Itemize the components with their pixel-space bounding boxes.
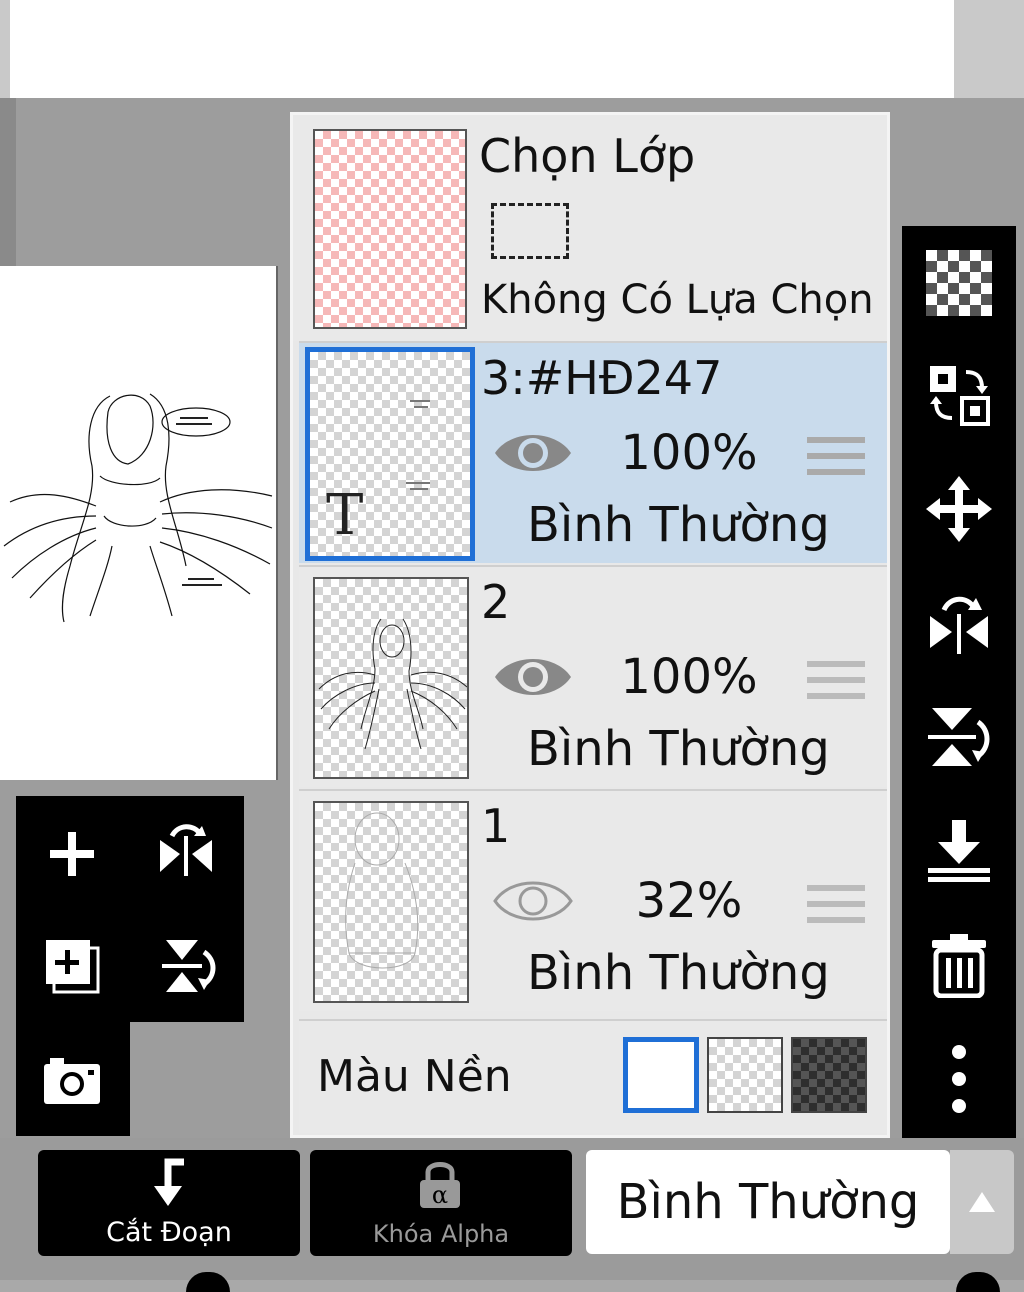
svg-text:α: α (432, 1181, 448, 1209)
lock-icon: α (420, 1162, 460, 1209)
eye-icon[interactable] (491, 873, 575, 929)
selection-marquee-icon (491, 203, 569, 259)
flip-horizontal-icon[interactable] (146, 814, 226, 894)
eye-icon[interactable] (491, 425, 575, 481)
bg-swatch-transparent[interactable] (707, 1037, 783, 1113)
background-color-label: Màu Nền (317, 1051, 512, 1102)
canvas-edge (0, 98, 16, 268)
add-layer-icon[interactable] (32, 814, 112, 894)
canvas-edge (0, 0, 10, 98)
flip-vertical-icon[interactable] (146, 926, 226, 1006)
layer-name: 1 (481, 799, 511, 853)
duplicate-layer-icon[interactable] (32, 926, 112, 1006)
layer-row-1[interactable]: 1 32% Bình Thường (299, 789, 887, 1011)
camera-icon[interactable] (32, 1040, 112, 1120)
drag-handle-icon[interactable] (807, 659, 865, 703)
swap-layers-icon[interactable] (920, 356, 998, 434)
bg-swatch-dark[interactable] (791, 1037, 867, 1113)
merge-down-icon[interactable] (920, 812, 998, 890)
drag-handle-icon[interactable] (807, 883, 865, 927)
left-toolbox-lower (16, 1022, 130, 1136)
layer-opacity: 100% (620, 425, 758, 481)
selection-layer-row[interactable]: Chọn Lớp Không Có Lựa Chọn (293, 115, 887, 341)
layer-blend-mode: Bình Thường (527, 497, 830, 553)
text-layer-icon: T (326, 483, 364, 548)
blend-mode-select[interactable]: Bình Thường (586, 1150, 950, 1254)
move-icon[interactable] (920, 470, 998, 548)
more-options-icon[interactable] (920, 1040, 998, 1118)
left-toolbox (16, 796, 244, 1022)
alpha-lock-label: Khóa Alpha (372, 1220, 510, 1248)
layer-thumbnail (313, 577, 469, 779)
layers-panel: Chọn Lớp Không Có Lựa Chọn T 3:#HĐ247 10… (290, 112, 890, 1138)
layer-thumbnail: T (305, 347, 475, 561)
blend-mode-arrow-icon[interactable] (950, 1150, 1014, 1254)
layer-name: 2 (481, 575, 511, 629)
background-color-row: Màu Nền (299, 1019, 887, 1133)
selection-status: Không Có Lựa Chọn (481, 277, 874, 323)
bg-swatch-white[interactable] (623, 1037, 699, 1113)
trash-icon[interactable] (920, 926, 998, 1004)
flip-vertical-icon[interactable] (920, 698, 998, 776)
transparency-checker-icon[interactable] (920, 244, 998, 322)
layer-thumbnail (313, 801, 469, 1003)
layer-row-2[interactable]: 2 100% Bình Thường (299, 565, 887, 787)
eye-icon[interactable] (491, 649, 575, 705)
layer-name: 3:#HĐ247 (481, 351, 723, 405)
layer-blend-mode: Bình Thường (527, 721, 830, 777)
selection-title: Chọn Lớp (479, 129, 696, 183)
alpha-lock-button[interactable]: α Khóa Alpha (310, 1150, 572, 1256)
flip-horizontal-icon[interactable] (920, 584, 998, 662)
canvas-edge (954, 0, 1024, 98)
layer-opacity: 32% (635, 873, 743, 929)
top-canvas-region (10, 0, 954, 98)
drag-handle-icon[interactable] (807, 435, 865, 479)
layer-blend-mode: Bình Thường (527, 945, 830, 1001)
clipping-arrow-icon (154, 1158, 184, 1206)
layer-opacity: 100% (620, 649, 758, 705)
clipping-button[interactable]: Cắt Đoạn (38, 1150, 300, 1256)
right-toolbar (902, 226, 1016, 1138)
layer-row-3[interactable]: T 3:#HĐ247 100% Bình Thường (299, 341, 887, 563)
canvas-preview[interactable] (0, 266, 278, 780)
clipping-label: Cắt Đoạn (106, 1217, 232, 1248)
selection-thumbnail (313, 129, 467, 329)
